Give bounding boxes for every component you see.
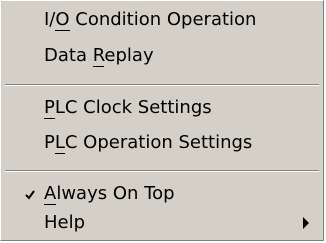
menu-item-help[interactable]: Help xyxy=(1,208,323,238)
menu-item-always-on-top[interactable]: Always On Top xyxy=(1,179,323,209)
menu-item-plc-operation-settings[interactable]: PLC Operation Settings xyxy=(1,128,323,158)
menu-item-plc-clock-settings[interactable]: PLC Clock Settings xyxy=(1,93,323,123)
menu-item-label: PLC Clock Settings xyxy=(44,97,212,119)
menu-item-label: Data Replay xyxy=(44,45,154,67)
menu-item-label: PLC Operation Settings xyxy=(44,132,253,154)
menu-item-label: Always On Top xyxy=(44,183,175,205)
context-menu: I/O Condition Operation Data Replay PLC … xyxy=(0,0,324,241)
menu-separator xyxy=(5,170,319,172)
submenu-arrow-icon xyxy=(303,217,309,229)
menu-item-label: I/O Condition Operation xyxy=(44,9,257,31)
menu-item-data-replay[interactable]: Data Replay xyxy=(1,41,323,71)
menu-item-io-condition-operation[interactable]: I/O Condition Operation xyxy=(1,5,323,35)
checkmark-icon xyxy=(23,186,37,200)
menu-item-label: Help xyxy=(44,212,86,233)
menu-separator xyxy=(5,84,319,86)
